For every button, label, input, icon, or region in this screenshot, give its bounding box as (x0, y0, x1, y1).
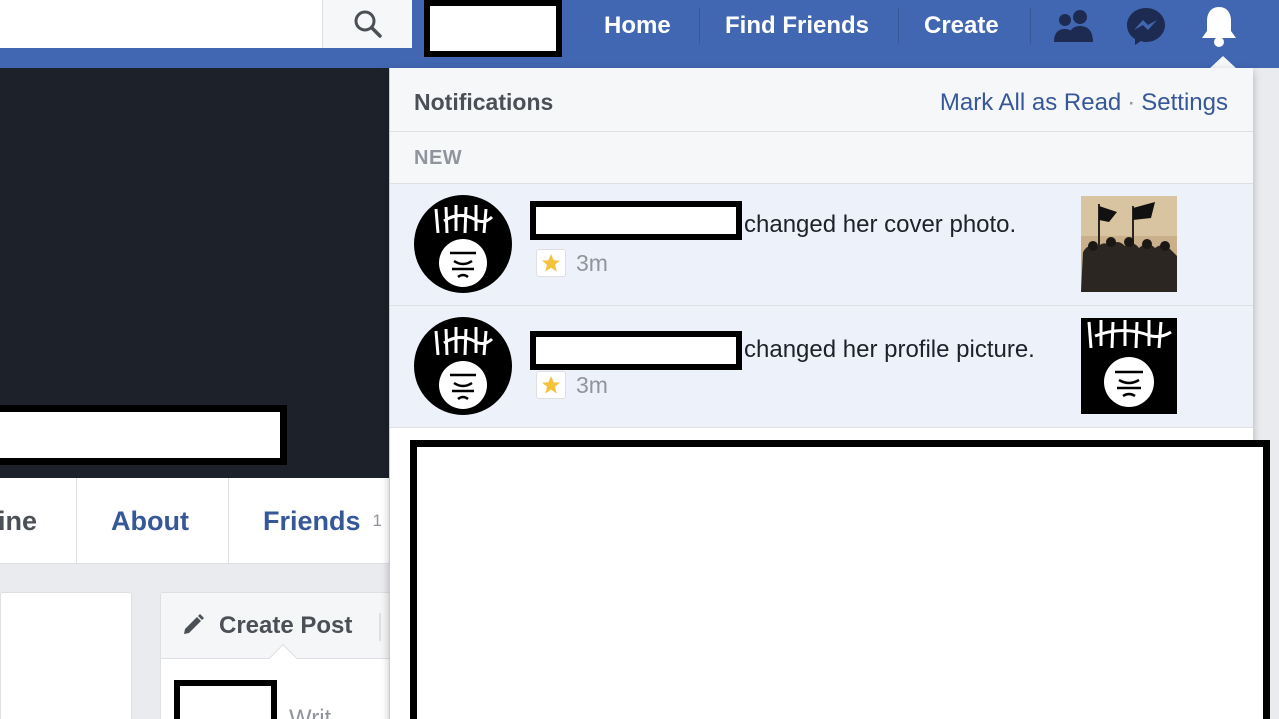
notification-name-redacted (530, 331, 742, 370)
notification-text: changed her profile picture. (744, 336, 1035, 363)
star-icon (536, 249, 566, 277)
notifications-header: Notifications Mark All as Read · Setting… (390, 68, 1253, 132)
create-link[interactable]: Create (924, 0, 999, 52)
search-icon (354, 10, 382, 38)
notification-avatar (414, 195, 512, 293)
write-post-placeholder[interactable]: Writ (289, 705, 331, 719)
notifications-title: Notifications (414, 89, 554, 115)
notification-text: changed her cover photo. (744, 211, 1017, 238)
separator-dot: · (1127, 89, 1136, 116)
create-post-card: Create Post Writ (160, 592, 400, 719)
nav-divider (1030, 8, 1031, 44)
profile-name-redacted (0, 405, 287, 465)
friends-count: 1 (372, 511, 382, 530)
create-post-label: Create Post (219, 612, 353, 639)
section-header-new: NEW (390, 132, 1253, 184)
intro-card (0, 592, 132, 719)
messenger-icon (1127, 8, 1165, 45)
notifications-bell-icon (1202, 7, 1236, 47)
notification-time: 3m (576, 249, 608, 276)
notification-item[interactable]: changed her cover photo. 3m (390, 184, 1253, 306)
notification-time: 3m (576, 371, 608, 398)
tab-friends[interactable]: Friends 1 (263, 478, 382, 564)
top-navigation-bar: Home Find Friends Create (0, 0, 1279, 68)
search-input[interactable] (0, 0, 412, 48)
nav-divider (898, 8, 899, 44)
nav-divider (699, 8, 700, 44)
cover-photo-thumbnail (1081, 196, 1177, 292)
notification-meta: 3m (536, 248, 608, 278)
search-button[interactable] (322, 0, 412, 48)
notification-item[interactable]: changed her profile picture. 3m (390, 306, 1253, 428)
tab-friends-label: Friends (263, 505, 361, 536)
mark-all-read-link[interactable]: Mark All as Read (940, 89, 1121, 117)
notification-name-redacted (530, 201, 742, 240)
pencil-icon (184, 614, 204, 634)
section-label: NEW (414, 147, 463, 169)
notifications-actions: Mark All as Read · Settings (940, 89, 1228, 117)
friend-requests-icon (1054, 10, 1093, 42)
find-friends-link[interactable]: Find Friends (725, 0, 869, 52)
home-link[interactable]: Home (604, 0, 671, 52)
profile-tabs: ine About Friends 1 (0, 478, 390, 564)
post-avatar-redacted (174, 680, 277, 719)
star-icon (536, 371, 566, 399)
notifications-button[interactable] (1196, 4, 1242, 48)
profile-shortcut-redacted[interactable] (424, 0, 562, 57)
tab-divider (76, 478, 77, 564)
tab-timeline[interactable]: ine (0, 478, 37, 564)
notification-avatar (414, 317, 512, 415)
create-post-divider (379, 613, 381, 641)
tab-divider (228, 478, 229, 564)
facebook-profile-page: Home Find Friends Create ine About Frien… (0, 0, 1279, 719)
notification-meta: 3m (536, 370, 608, 400)
redacted-content-panel (410, 440, 1270, 719)
tab-about[interactable]: About (111, 478, 189, 564)
friend-requests-button[interactable] (1051, 4, 1097, 48)
settings-link[interactable]: Settings (1141, 89, 1228, 117)
profile-picture-thumbnail (1081, 318, 1177, 414)
messenger-button[interactable] (1123, 4, 1169, 48)
